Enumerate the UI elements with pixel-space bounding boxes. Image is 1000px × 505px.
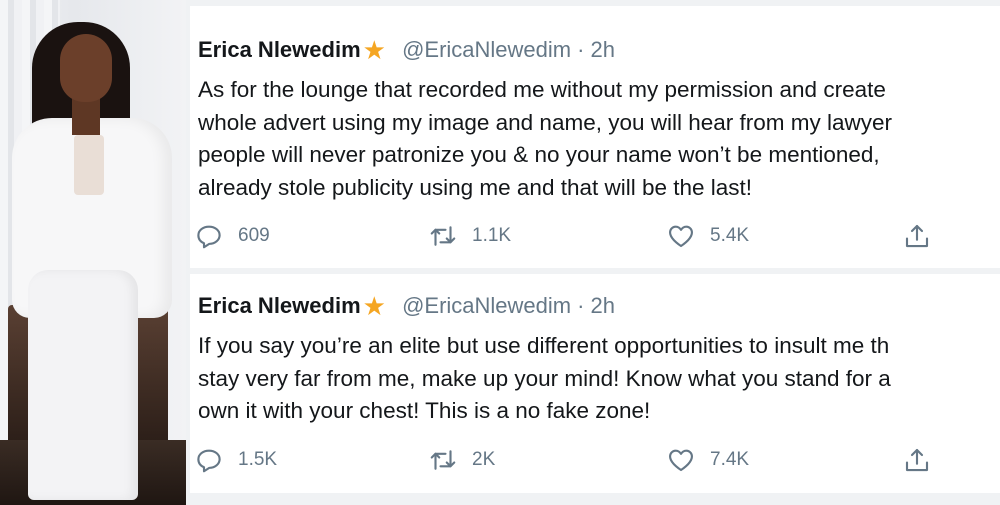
star-icon: ★ (362, 291, 386, 321)
retweet-button[interactable]: 2K (428, 442, 495, 478)
tweet-text-line: If you say you’re an elite but use diffe… (198, 333, 890, 358)
tweet-text-line: whole advert using my image and name, yo… (198, 109, 893, 135)
tweet-card[interactable]: Erica Nlewedim★ @EricaNlewedim · 2h If you… (190, 274, 1000, 493)
retweet-count: 2K (472, 449, 496, 470)
share-button[interactable] (902, 442, 932, 478)
heart-icon (669, 449, 693, 472)
retweet-icon (430, 450, 456, 470)
heart-icon (669, 225, 693, 248)
tweet-text-line: stay very far from me, make up your mind… (198, 365, 891, 391)
retweet-count: 1.1K (472, 225, 512, 246)
share-icon (905, 224, 929, 248)
tweet-time[interactable]: 2h (590, 293, 614, 318)
separator-dot: · (577, 37, 585, 62)
tweet-actions: 1.5K 2K 7.4K (190, 442, 1000, 478)
tweet-text: As for the lounge that recorded me witho… (198, 74, 1000, 204)
like-button[interactable]: 5.4K (666, 218, 749, 254)
profile-photo (0, 0, 186, 505)
reply-button[interactable]: 1.5K (194, 442, 277, 478)
tweet-feed: Erica Nlewedim★ @EricaNlewedim · 2h As for… (186, 0, 1000, 505)
tweet-text-line: own it with your chest! This is a no fak… (198, 398, 651, 423)
tweet-card[interactable]: Erica Nlewedim★ @EricaNlewedim · 2h As for… (190, 6, 1000, 268)
author-handle[interactable]: @EricaNlewedim (402, 37, 571, 62)
like-button[interactable]: 7.4K (666, 442, 749, 478)
separator-dot: · (577, 293, 585, 318)
author-name[interactable]: Erica Nlewedim (198, 293, 361, 318)
tweet-text-line: already stole publicity using me and tha… (198, 174, 753, 200)
share-icon (905, 448, 929, 472)
tweet-actions: 609 1.1K 5.4K (190, 218, 1000, 254)
tweet-header: Erica Nlewedim★ @EricaNlewedim · 2h (198, 36, 615, 64)
like-count: 7.4K (710, 449, 750, 470)
tweet-time[interactable]: 2h (590, 37, 614, 62)
reply-icon (197, 225, 221, 249)
author-name[interactable]: Erica Nlewedim (198, 37, 361, 62)
like-count: 5.4K (710, 225, 750, 246)
reply-count: 1.5K (238, 449, 278, 470)
tweet-text: If you say you’re an elite but use diffe… (198, 330, 1000, 428)
star-icon: ★ (362, 35, 386, 65)
author-handle[interactable]: @EricaNlewedim (402, 293, 571, 318)
photo-top (74, 135, 104, 195)
reply-icon (197, 449, 221, 473)
retweet-icon (430, 226, 456, 246)
share-button[interactable] (902, 218, 932, 254)
tweet-header: Erica Nlewedim★ @EricaNlewedim · 2h (198, 292, 615, 320)
reply-button[interactable]: 609 (194, 218, 270, 254)
tweet-text-line: As for the lounge that recorded me witho… (198, 77, 886, 102)
retweet-button[interactable]: 1.1K (428, 218, 511, 254)
photo-face (60, 34, 112, 102)
photo-pants (28, 270, 138, 500)
reply-count: 609 (238, 225, 270, 246)
tweet-text-line: people will never patronize you & no you… (198, 142, 880, 167)
